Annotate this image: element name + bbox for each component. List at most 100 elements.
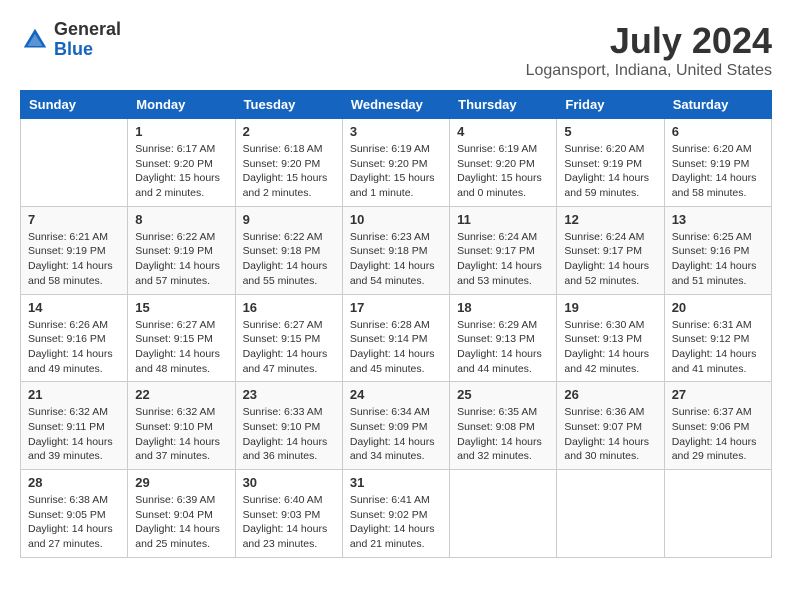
day-number: 20: [672, 300, 764, 315]
calendar-cell: 31 Sunrise: 6:41 AMSunset: 9:02 PMDayligh…: [342, 470, 449, 558]
day-number: 31: [350, 475, 442, 490]
day-info: Sunrise: 6:38 AMSunset: 9:05 PMDaylight:…: [28, 493, 120, 552]
calendar-cell: 2 Sunrise: 6:18 AMSunset: 9:20 PMDaylight…: [235, 119, 342, 207]
day-number: 22: [135, 387, 227, 402]
day-info: Sunrise: 6:20 AMSunset: 9:19 PMDaylight:…: [564, 142, 656, 201]
day-info: Sunrise: 6:22 AMSunset: 9:19 PMDaylight:…: [135, 230, 227, 289]
calendar-cell: 12Sunrise: 6:24 AMSunset: 9:17 PMDayligh…: [557, 206, 664, 294]
day-number: 8: [135, 212, 227, 227]
calendar-cell: 18Sunrise: 6:29 AMSunset: 9:13 PMDayligh…: [450, 294, 557, 382]
day-info: Sunrise: 6:19 AMSunset: 9:20 PMDaylight:…: [350, 142, 442, 201]
day-number: 1: [135, 124, 227, 139]
day-number: 2: [243, 124, 335, 139]
calendar-cell: 7Sunrise: 6:21 AMSunset: 9:19 PMDaylight…: [21, 206, 128, 294]
day-info: Sunrise: 6:20 AMSunset: 9:19 PMDaylight:…: [672, 142, 764, 201]
calendar-cell: [664, 470, 771, 558]
calendar-day-header: Wednesday: [342, 91, 449, 119]
day-number: 3: [350, 124, 442, 139]
day-number: 29: [135, 475, 227, 490]
calendar-week-row: 1Sunrise: 6:17 AMSunset: 9:20 PMDaylight…: [21, 119, 772, 207]
calendar-day-header: Tuesday: [235, 91, 342, 119]
day-info: Sunrise: 6:40 AMSunset: 9:03 PMDaylight:…: [243, 493, 335, 552]
calendar-day-header: Saturday: [664, 91, 771, 119]
day-info: Sunrise: 6:22 AMSunset: 9:18 PMDaylight:…: [243, 230, 335, 289]
calendar-cell: 29Sunrise: 6:39 AMSunset: 9:04 PMDayligh…: [128, 470, 235, 558]
calendar-cell: 17 Sunrise: 6:28 AMSunset: 9:14 PMDayligh…: [342, 294, 449, 382]
calendar-week-row: 21Sunrise: 6:32 AMSunset: 9:11 PMDayligh…: [21, 382, 772, 470]
calendar-cell: 3 Sunrise: 6:19 AMSunset: 9:20 PMDaylight…: [342, 119, 449, 207]
day-info: Sunrise: 6:36 AMSunset: 9:07 PMDaylight:…: [564, 405, 656, 464]
day-number: 18: [457, 300, 549, 315]
day-info: Sunrise: 6:37 AMSunset: 9:06 PMDaylight:…: [672, 405, 764, 464]
calendar-cell: 6 Sunrise: 6:20 AMSunset: 9:19 PMDaylight…: [664, 119, 771, 207]
calendar-cell: 28 Sunrise: 6:38 AMSunset: 9:05 PMDayligh…: [21, 470, 128, 558]
calendar-cell: 30 Sunrise: 6:40 AMSunset: 9:03 PMDayligh…: [235, 470, 342, 558]
day-number: 13: [672, 212, 764, 227]
calendar-cell: 9Sunrise: 6:22 AMSunset: 9:18 PMDaylight…: [235, 206, 342, 294]
calendar-week-row: 28 Sunrise: 6:38 AMSunset: 9:05 PMDayligh…: [21, 470, 772, 558]
day-number: 25: [457, 387, 549, 402]
day-info: Sunrise: 6:32 AMSunset: 9:10 PMDaylight:…: [135, 405, 227, 464]
calendar-cell: 24Sunrise: 6:34 AMSunset: 9:09 PMDayligh…: [342, 382, 449, 470]
day-info: Sunrise: 6:33 AMSunset: 9:10 PMDaylight:…: [243, 405, 335, 464]
calendar-cell: [557, 470, 664, 558]
calendar-day-header: Monday: [128, 91, 235, 119]
day-info: Sunrise: 6:41 AMSunset: 9:02 PMDaylight:…: [350, 493, 442, 552]
logo: General Blue: [20, 20, 121, 60]
day-number: 4: [457, 124, 549, 139]
day-info: Sunrise: 6:31 AMSunset: 9:12 PMDaylight:…: [672, 318, 764, 377]
day-info: Sunrise: 6:21 AMSunset: 9:19 PMDaylight:…: [28, 230, 120, 289]
day-number: 6: [672, 124, 764, 139]
calendar-cell: 22 Sunrise: 6:32 AMSunset: 9:10 PMDayligh…: [128, 382, 235, 470]
day-number: 10: [350, 212, 442, 227]
calendar-cell: 16 Sunrise: 6:27 AMSunset: 9:15 PMDayligh…: [235, 294, 342, 382]
day-number: 14: [28, 300, 120, 315]
day-info: Sunrise: 6:32 AMSunset: 9:11 PMDaylight:…: [28, 405, 120, 464]
calendar-cell: 23 Sunrise: 6:33 AMSunset: 9:10 PMDayligh…: [235, 382, 342, 470]
calendar-cell: 13Sunrise: 6:25 AMSunset: 9:16 PMDayligh…: [664, 206, 771, 294]
calendar-cell: 19 Sunrise: 6:30 AMSunset: 9:13 PMDayligh…: [557, 294, 664, 382]
day-number: 27: [672, 387, 764, 402]
title-block: July 2024 Logansport, Indiana, United St…: [526, 20, 772, 80]
logo-text: General Blue: [54, 20, 121, 60]
day-info: Sunrise: 6:24 AMSunset: 9:17 PMDaylight:…: [457, 230, 549, 289]
day-number: 12: [564, 212, 656, 227]
calendar-table: SundayMondayTuesdayWednesdayThursdayFrid…: [20, 90, 772, 558]
day-number: 19: [564, 300, 656, 315]
calendar-cell: 11 Sunrise: 6:24 AMSunset: 9:17 PMDayligh…: [450, 206, 557, 294]
day-info: Sunrise: 6:27 AMSunset: 9:15 PMDaylight:…: [243, 318, 335, 377]
day-number: 16: [243, 300, 335, 315]
page-header: General Blue July 2024 Logansport, India…: [20, 20, 772, 80]
logo-icon: [20, 25, 50, 55]
day-number: 5: [564, 124, 656, 139]
calendar-cell: 10 Sunrise: 6:23 AMSunset: 9:18 PMDayligh…: [342, 206, 449, 294]
day-number: 11: [457, 212, 549, 227]
calendar-header-row: SundayMondayTuesdayWednesdayThursdayFrid…: [21, 91, 772, 119]
day-number: 28: [28, 475, 120, 490]
calendar-cell: [21, 119, 128, 207]
day-info: Sunrise: 6:35 AMSunset: 9:08 PMDaylight:…: [457, 405, 549, 464]
day-info: Sunrise: 6:23 AMSunset: 9:18 PMDaylight:…: [350, 230, 442, 289]
day-info: Sunrise: 6:34 AMSunset: 9:09 PMDaylight:…: [350, 405, 442, 464]
day-info: Sunrise: 6:26 AMSunset: 9:16 PMDaylight:…: [28, 318, 120, 377]
day-info: Sunrise: 6:18 AMSunset: 9:20 PMDaylight:…: [243, 142, 335, 201]
calendar-cell: 14 Sunrise: 6:26 AMSunset: 9:16 PMDayligh…: [21, 294, 128, 382]
calendar-day-header: Friday: [557, 91, 664, 119]
day-info: Sunrise: 6:30 AMSunset: 9:13 PMDaylight:…: [564, 318, 656, 377]
calendar-cell: 20 Sunrise: 6:31 AMSunset: 9:12 PMDayligh…: [664, 294, 771, 382]
day-number: 17: [350, 300, 442, 315]
calendar-week-row: 14 Sunrise: 6:26 AMSunset: 9:16 PMDayligh…: [21, 294, 772, 382]
calendar-cell: [450, 470, 557, 558]
calendar-cell: 8 Sunrise: 6:22 AMSunset: 9:19 PMDaylight…: [128, 206, 235, 294]
day-number: 26: [564, 387, 656, 402]
day-number: 30: [243, 475, 335, 490]
day-number: 23: [243, 387, 335, 402]
calendar-cell: 21Sunrise: 6:32 AMSunset: 9:11 PMDayligh…: [21, 382, 128, 470]
calendar-cell: 25 Sunrise: 6:35 AMSunset: 9:08 PMDayligh…: [450, 382, 557, 470]
calendar-cell: 1Sunrise: 6:17 AMSunset: 9:20 PMDaylight…: [128, 119, 235, 207]
day-info: Sunrise: 6:19 AMSunset: 9:20 PMDaylight:…: [457, 142, 549, 201]
day-info: Sunrise: 6:28 AMSunset: 9:14 PMDaylight:…: [350, 318, 442, 377]
calendar-cell: 4 Sunrise: 6:19 AMSunset: 9:20 PMDaylight…: [450, 119, 557, 207]
calendar-week-row: 7Sunrise: 6:21 AMSunset: 9:19 PMDaylight…: [21, 206, 772, 294]
calendar-cell: 26 Sunrise: 6:36 AMSunset: 9:07 PMDayligh…: [557, 382, 664, 470]
